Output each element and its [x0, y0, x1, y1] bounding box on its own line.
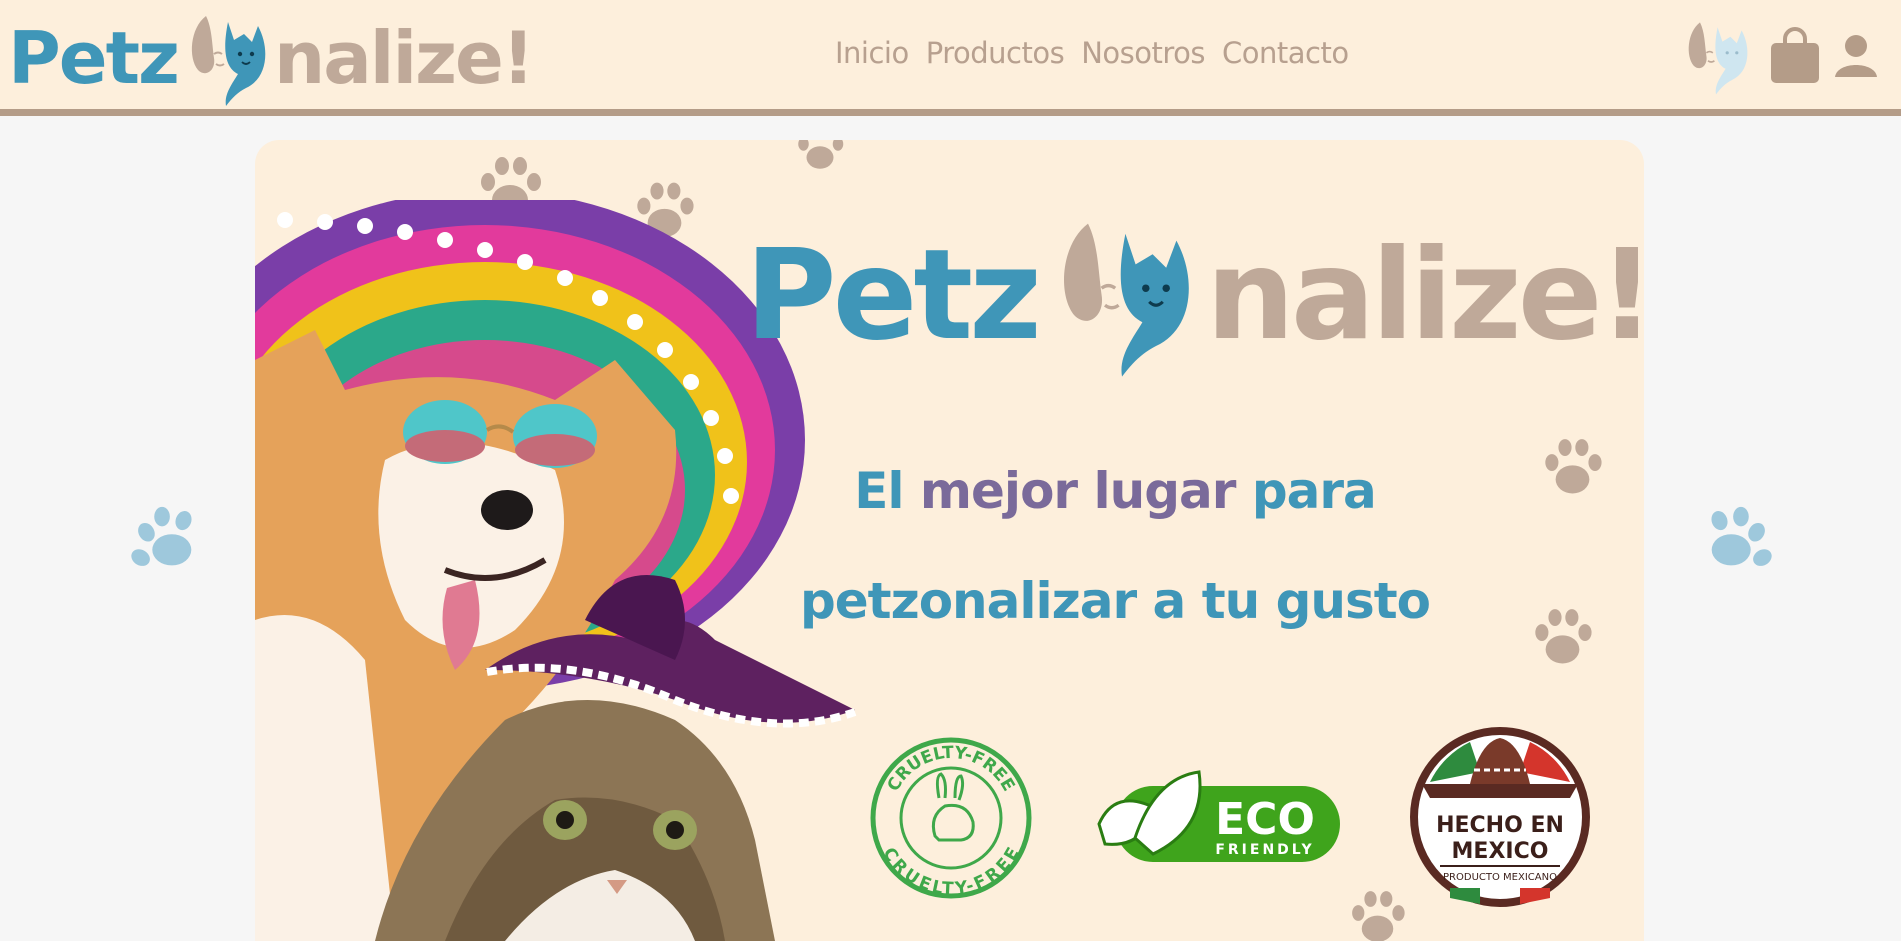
- hero-banner: Petz nalize! El mejor lugar para petzona…: [255, 140, 1644, 941]
- hero-logo-right: nalize!: [1205, 222, 1644, 368]
- shopping-bag-icon[interactable]: [1769, 27, 1821, 85]
- tagline-word-para: para: [1251, 462, 1377, 520]
- paw-print-icon: [1545, 439, 1602, 494]
- brand-name-right: nalize!: [273, 16, 535, 100]
- nav-item-productos[interactable]: Productos: [926, 36, 1065, 70]
- tagline-word-mejor-lugar: mejor lugar: [919, 462, 1236, 520]
- main-nav: Inicio Productos Nosotros Contacto: [835, 36, 1349, 70]
- dog-cat-logo-icon: [1063, 223, 1189, 377]
- paw-print-icon: [1535, 609, 1592, 664]
- dog-cat-logo-icon: [191, 16, 266, 106]
- hero-logo-left: Petz: [745, 222, 1042, 368]
- hero-tagline-line2: petzonalizar a tu gusto: [799, 572, 1431, 630]
- hero-logo: Petz nalize!: [745, 210, 1644, 380]
- tagline-word-el: El: [854, 462, 904, 520]
- paw-print-icon: [798, 140, 844, 169]
- brand-name-left: Petz: [8, 16, 180, 100]
- eco-friendly-badge: ECO FRIENDLY: [1097, 770, 1340, 862]
- header-tools: [1675, 16, 1879, 96]
- paw-print-left-icon: [131, 506, 192, 566]
- cruelty-free-bottom-text: CRUELTY-FREE: [878, 844, 1023, 899]
- paw-print-right-icon: [1711, 506, 1772, 566]
- nav-item-contacto[interactable]: Contacto: [1222, 36, 1349, 70]
- hecho-en-text: HECHO EN: [1436, 813, 1564, 838]
- nav-item-inicio[interactable]: Inicio: [835, 36, 909, 70]
- user-icon[interactable]: [1833, 33, 1879, 79]
- hero-tagline-line1: El mejor lugar para: [755, 462, 1475, 520]
- hecho-en-mexico-badge: HECHO EN MEXICO PRODUCTO MEXICANO: [1410, 727, 1590, 907]
- producto-mexicano-text: PRODUCTO MEXICANO: [1443, 872, 1557, 883]
- mexico-text: MEXICO: [1452, 839, 1549, 864]
- brand-logo-link[interactable]: Petz nalize!: [8, 8, 535, 108]
- friendly-text: FRIENDLY: [1215, 842, 1314, 858]
- theme-toggle-icon[interactable]: [1675, 16, 1757, 96]
- site-header: Petz nalize! Inicio Productos Nosotros C…: [0, 0, 1901, 116]
- eco-text: ECO: [1215, 794, 1315, 845]
- cruelty-free-badge: CRUELTY-FREE CRUELTY-FREE: [870, 737, 1032, 899]
- paw-print-icon: [1352, 891, 1405, 941]
- nav-item-nosotros[interactable]: Nosotros: [1081, 36, 1205, 70]
